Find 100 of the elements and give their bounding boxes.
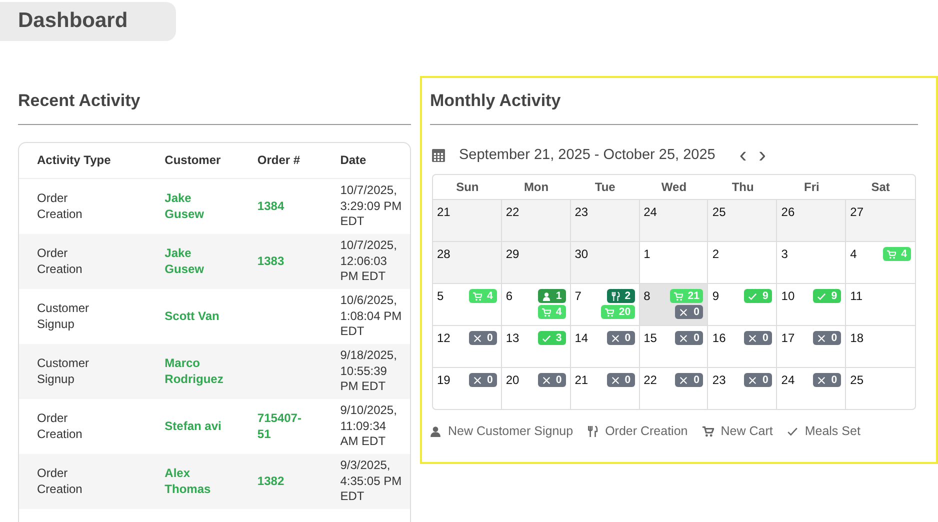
x-icon bbox=[679, 334, 688, 342]
day-cell[interactable]: 7 2 20 bbox=[570, 284, 640, 325]
cart-icon bbox=[886, 250, 896, 258]
activity-badge[interactable]: 0 bbox=[606, 331, 635, 345]
table-cell-text: 10/7/2025, 12:06:03 PM EDT bbox=[340, 238, 398, 285]
activity-badge[interactable]: 0 bbox=[744, 373, 772, 387]
day-cell[interactable]: 25 bbox=[708, 200, 778, 241]
cart-icon bbox=[604, 308, 614, 316]
day-cell[interactable]: 15 0 bbox=[640, 326, 708, 367]
table-cell-text: Order Creation bbox=[37, 246, 84, 277]
day-cell[interactable]: 1 bbox=[640, 242, 708, 283]
table-cell-text: 9/10/2025, 11:09:34 AM EDT bbox=[340, 403, 398, 450]
activity-badge[interactable]: 0 bbox=[675, 331, 704, 345]
x-icon bbox=[817, 334, 826, 342]
activity-badge[interactable]: 0 bbox=[813, 331, 842, 345]
table-cell-text: Customer Signup bbox=[37, 356, 90, 387]
table-cell-text: Order Creation bbox=[37, 466, 84, 497]
x-icon bbox=[542, 376, 551, 384]
cart-icon bbox=[542, 308, 551, 316]
day-cell[interactable]: 2 bbox=[708, 242, 778, 283]
day-cell[interactable]: 21 0 bbox=[570, 368, 640, 409]
day-cell[interactable]: 30 bbox=[570, 242, 640, 283]
weekday-label: Fri bbox=[803, 180, 820, 194]
weekday-label: Wed bbox=[660, 180, 688, 194]
table-cell-text: 10/7/2025, 3:29:09 PM EDT bbox=[340, 183, 403, 230]
day-cell[interactable]: 19 0 bbox=[433, 368, 502, 409]
previous-button[interactable]: ‹ bbox=[733, 146, 753, 164]
day-cell[interactable]: 23 bbox=[570, 200, 640, 241]
day-cell[interactable]: 20 0 bbox=[502, 368, 571, 409]
weekday-label: Mon bbox=[522, 180, 550, 194]
legend-label: New Cart bbox=[720, 424, 773, 438]
x-icon bbox=[817, 376, 826, 384]
x-icon bbox=[610, 334, 620, 342]
column-header: Customer bbox=[164, 152, 222, 168]
column-header: Order # bbox=[256, 152, 302, 168]
activity-badge[interactable]: 0 bbox=[813, 373, 842, 387]
day-cell[interactable]: 14 0 bbox=[570, 326, 640, 367]
activity-badge[interactable]: 0 bbox=[468, 331, 497, 345]
activity-badge[interactable]: 2 bbox=[606, 289, 635, 303]
activity-badge[interactable]: 0 bbox=[606, 373, 635, 387]
day-cell[interactable]: 12 0 bbox=[433, 326, 502, 367]
day-cell[interactable]: 10 9 bbox=[777, 284, 846, 325]
day-cell[interactable]: 3 bbox=[777, 242, 846, 283]
day-cell[interactable]: 17 0 bbox=[777, 326, 846, 367]
day-cell[interactable]: 13 3 bbox=[502, 326, 571, 367]
day-cell[interactable]: 6 1 4 bbox=[502, 284, 571, 325]
legend-label: Meals Set bbox=[804, 424, 860, 438]
activity-badge[interactable]: 0 bbox=[675, 305, 704, 319]
legend-label: New Customer Signup bbox=[448, 424, 574, 438]
activity-badge[interactable]: 0 bbox=[675, 373, 704, 387]
day-cell[interactable]: 26 bbox=[777, 200, 846, 241]
day-cell[interactable]: 16 0 bbox=[708, 326, 778, 367]
day-cell[interactable]: 25 bbox=[846, 368, 915, 409]
weekday-label: Tue bbox=[594, 180, 616, 194]
activity-badge[interactable]: 0 bbox=[468, 373, 497, 387]
column-header: Activity Type bbox=[36, 152, 112, 168]
day-cell[interactable]: 24 0 bbox=[777, 368, 846, 409]
fork-knife-icon bbox=[587, 426, 598, 436]
check-icon bbox=[748, 292, 758, 300]
day-cell[interactable]: 28 bbox=[433, 242, 502, 283]
table-cell-text: Order Creation bbox=[37, 411, 84, 442]
fork-knife-icon bbox=[610, 292, 620, 300]
day-cell[interactable]: 27 bbox=[846, 200, 915, 241]
day-cell[interactable]: 9 9 bbox=[708, 284, 778, 325]
column-header: Date bbox=[339, 152, 368, 168]
page-title: Dashboard bbox=[18, 9, 128, 32]
activity-badge[interactable]: 0 bbox=[744, 331, 772, 345]
calendar-icon bbox=[432, 148, 445, 162]
day-cell[interactable]: 4 4 bbox=[846, 242, 915, 283]
cart-icon bbox=[674, 292, 683, 300]
day-cell[interactable]: 5 4 bbox=[433, 284, 502, 325]
day-cell[interactable]: 29 bbox=[502, 242, 571, 283]
check-icon bbox=[817, 292, 826, 300]
section-title: Recent Activity bbox=[18, 76, 411, 125]
x-icon bbox=[679, 376, 688, 384]
day-cell[interactable]: 22 0 bbox=[640, 368, 708, 409]
day-cell[interactable]: 23 0 bbox=[708, 368, 778, 409]
legend-label: Order Creation bbox=[605, 424, 688, 438]
table-cell-text: 9/3/2025, 4:35:05 PM EDT bbox=[340, 458, 403, 505]
day-cell[interactable]: 18 bbox=[846, 326, 915, 367]
weekday-label: Thu bbox=[730, 180, 755, 194]
table-cell-text: Customer Signup bbox=[37, 301, 90, 332]
day-cell[interactable]: 11 bbox=[846, 284, 915, 325]
x-icon bbox=[748, 376, 758, 384]
activity-badge[interactable]: 1 bbox=[538, 289, 566, 303]
day-cell[interactable]: 24 bbox=[640, 200, 708, 241]
person-icon bbox=[430, 426, 441, 436]
section-title: Monthly Activity bbox=[430, 78, 918, 125]
table-cell-text: 10/6/2025, 1:08:04 PM EDT bbox=[340, 293, 403, 340]
day-cell[interactable]: 8 21 0 bbox=[640, 284, 708, 325]
next-button[interactable]: › bbox=[752, 146, 772, 164]
check-icon bbox=[542, 334, 551, 342]
day-cell[interactable]: 22 bbox=[502, 200, 571, 241]
cart-icon bbox=[702, 426, 714, 436]
x-icon bbox=[610, 376, 620, 384]
activity-badge[interactable]: 0 bbox=[538, 373, 566, 387]
check-icon bbox=[786, 426, 798, 436]
x-icon bbox=[472, 376, 482, 384]
day-cell[interactable]: 21 bbox=[433, 200, 502, 241]
date-range: September 21, 2025 - October 25, 2025 bbox=[459, 147, 716, 163]
